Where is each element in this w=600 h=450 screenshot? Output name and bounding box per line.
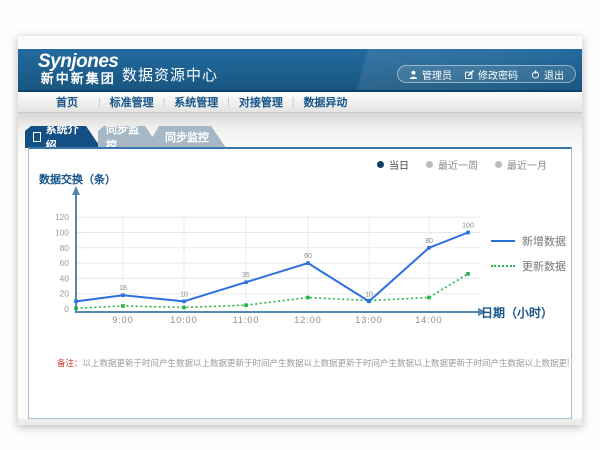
chart-legend: 新增数据 更新数据 — [491, 233, 566, 274]
legend-label: 新增数据 — [522, 233, 566, 249]
tab-label: 同步监控 — [165, 129, 209, 145]
change-password-label: 修改密码 — [478, 67, 518, 82]
svg-text:60: 60 — [304, 253, 312, 260]
tab-sync-monitor-2[interactable]: 同步监控 — [146, 126, 226, 148]
logout-label: 退出 — [544, 67, 564, 82]
time-range-filter: 当日 最近一周 最近一月 — [377, 157, 547, 172]
x-axis-title: 日期（小时） — [481, 304, 553, 321]
power-icon — [531, 70, 540, 79]
radio-option-1[interactable]: 最近一周 — [426, 157, 478, 172]
radio-icon — [495, 161, 502, 168]
nav-item-system-mgmt[interactable]: 系统管理 — [165, 94, 227, 110]
main-nav: 首页 | 标准管理 | 系统管理 | 对接管理 | 数据异动 — [18, 92, 582, 113]
legend-label: 更新数据 — [522, 258, 566, 274]
brand-name: Synjones — [38, 52, 118, 72]
radio-label: 当日 — [389, 157, 409, 172]
svg-text:35: 35 — [242, 272, 250, 279]
window-bottom-strip — [18, 419, 582, 425]
brand-logo: Synjones 新中新集团 — [38, 52, 118, 86]
radio-option-2[interactable]: 最近一月 — [495, 157, 547, 172]
svg-text:14:00: 14:00 — [415, 315, 443, 325]
nav-item-integration-mgmt[interactable]: 对接管理 — [230, 94, 292, 110]
tab-system-intro[interactable]: 系统介绍 — [25, 126, 101, 148]
footer-note-text: 以上数据更新于时间产生数据以上数据更新于时间产生数据以上数据更新于时间产生数据以… — [83, 358, 569, 368]
app-window: Synjones 新中新集团 数据资源中心 管理员 修改密码 退出 首页 | 标… — [18, 36, 582, 425]
svg-text:12:00: 12:00 — [294, 315, 322, 325]
svg-text:100: 100 — [55, 228, 69, 238]
svg-text:60: 60 — [60, 258, 70, 268]
document-icon — [33, 132, 41, 142]
legend-entry-update-data: 更新数据 — [491, 258, 566, 274]
radio-option-0[interactable]: 当日 — [377, 157, 409, 172]
svg-text:18: 18 — [119, 285, 127, 292]
svg-text:0: 0 — [64, 304, 69, 314]
nav-item-data-change[interactable]: 数据异动 — [294, 94, 356, 110]
svg-text:9:00: 9:00 — [112, 315, 134, 325]
legend-line-dotted-icon — [491, 265, 515, 267]
svg-text:100: 100 — [462, 223, 474, 230]
svg-text:13:00: 13:00 — [355, 315, 383, 325]
content-panel: 当日 最近一周 最近一月 数据交换（条） 0204060801001209:00… — [28, 147, 572, 419]
nav-item-home[interactable]: 首页 — [36, 94, 98, 110]
current-user-button[interactable]: 管理员 — [409, 67, 452, 82]
app-header: Synjones 新中新集团 数据资源中心 管理员 修改密码 退出 — [18, 49, 582, 92]
legend-entry-new-data: 新增数据 — [491, 233, 566, 249]
nav-item-standard-mgmt[interactable]: 标准管理 — [101, 94, 163, 110]
user-icon — [409, 70, 418, 79]
user-menu: 管理员 修改密码 退出 — [397, 65, 576, 83]
svg-text:80: 80 — [60, 243, 70, 253]
svg-text:20: 20 — [60, 289, 70, 299]
footer-note: 备注：以上数据更新于时间产生数据以上数据更新于时间产生数据以上数据更新于时间产生… — [57, 357, 569, 369]
svg-text:120: 120 — [55, 212, 69, 222]
footer-note-prefix: 备注： — [57, 358, 83, 368]
svg-text:10: 10 — [180, 291, 188, 298]
window-top-strip — [18, 36, 582, 49]
svg-text:10:00: 10:00 — [170, 315, 198, 325]
radio-icon — [426, 161, 433, 168]
svg-text:40: 40 — [60, 273, 70, 283]
logout-button[interactable]: 退出 — [531, 67, 564, 82]
edit-icon — [465, 70, 474, 79]
svg-text:80: 80 — [425, 238, 433, 245]
svg-text:10: 10 — [365, 291, 373, 298]
change-password-button[interactable]: 修改密码 — [465, 67, 518, 82]
legend-line-solid-icon — [491, 240, 515, 242]
current-user-label: 管理员 — [422, 67, 452, 82]
brand-company: 新中新集团 — [38, 72, 118, 86]
radio-label: 最近一周 — [438, 157, 478, 172]
radio-icon — [377, 161, 384, 168]
svg-text:11:00: 11:00 — [233, 315, 260, 325]
page-title: 数据资源中心 — [122, 64, 218, 85]
radio-label: 最近一月 — [507, 157, 547, 172]
tab-bar: 系统介绍 同步监控 同步监控 — [18, 113, 582, 148]
